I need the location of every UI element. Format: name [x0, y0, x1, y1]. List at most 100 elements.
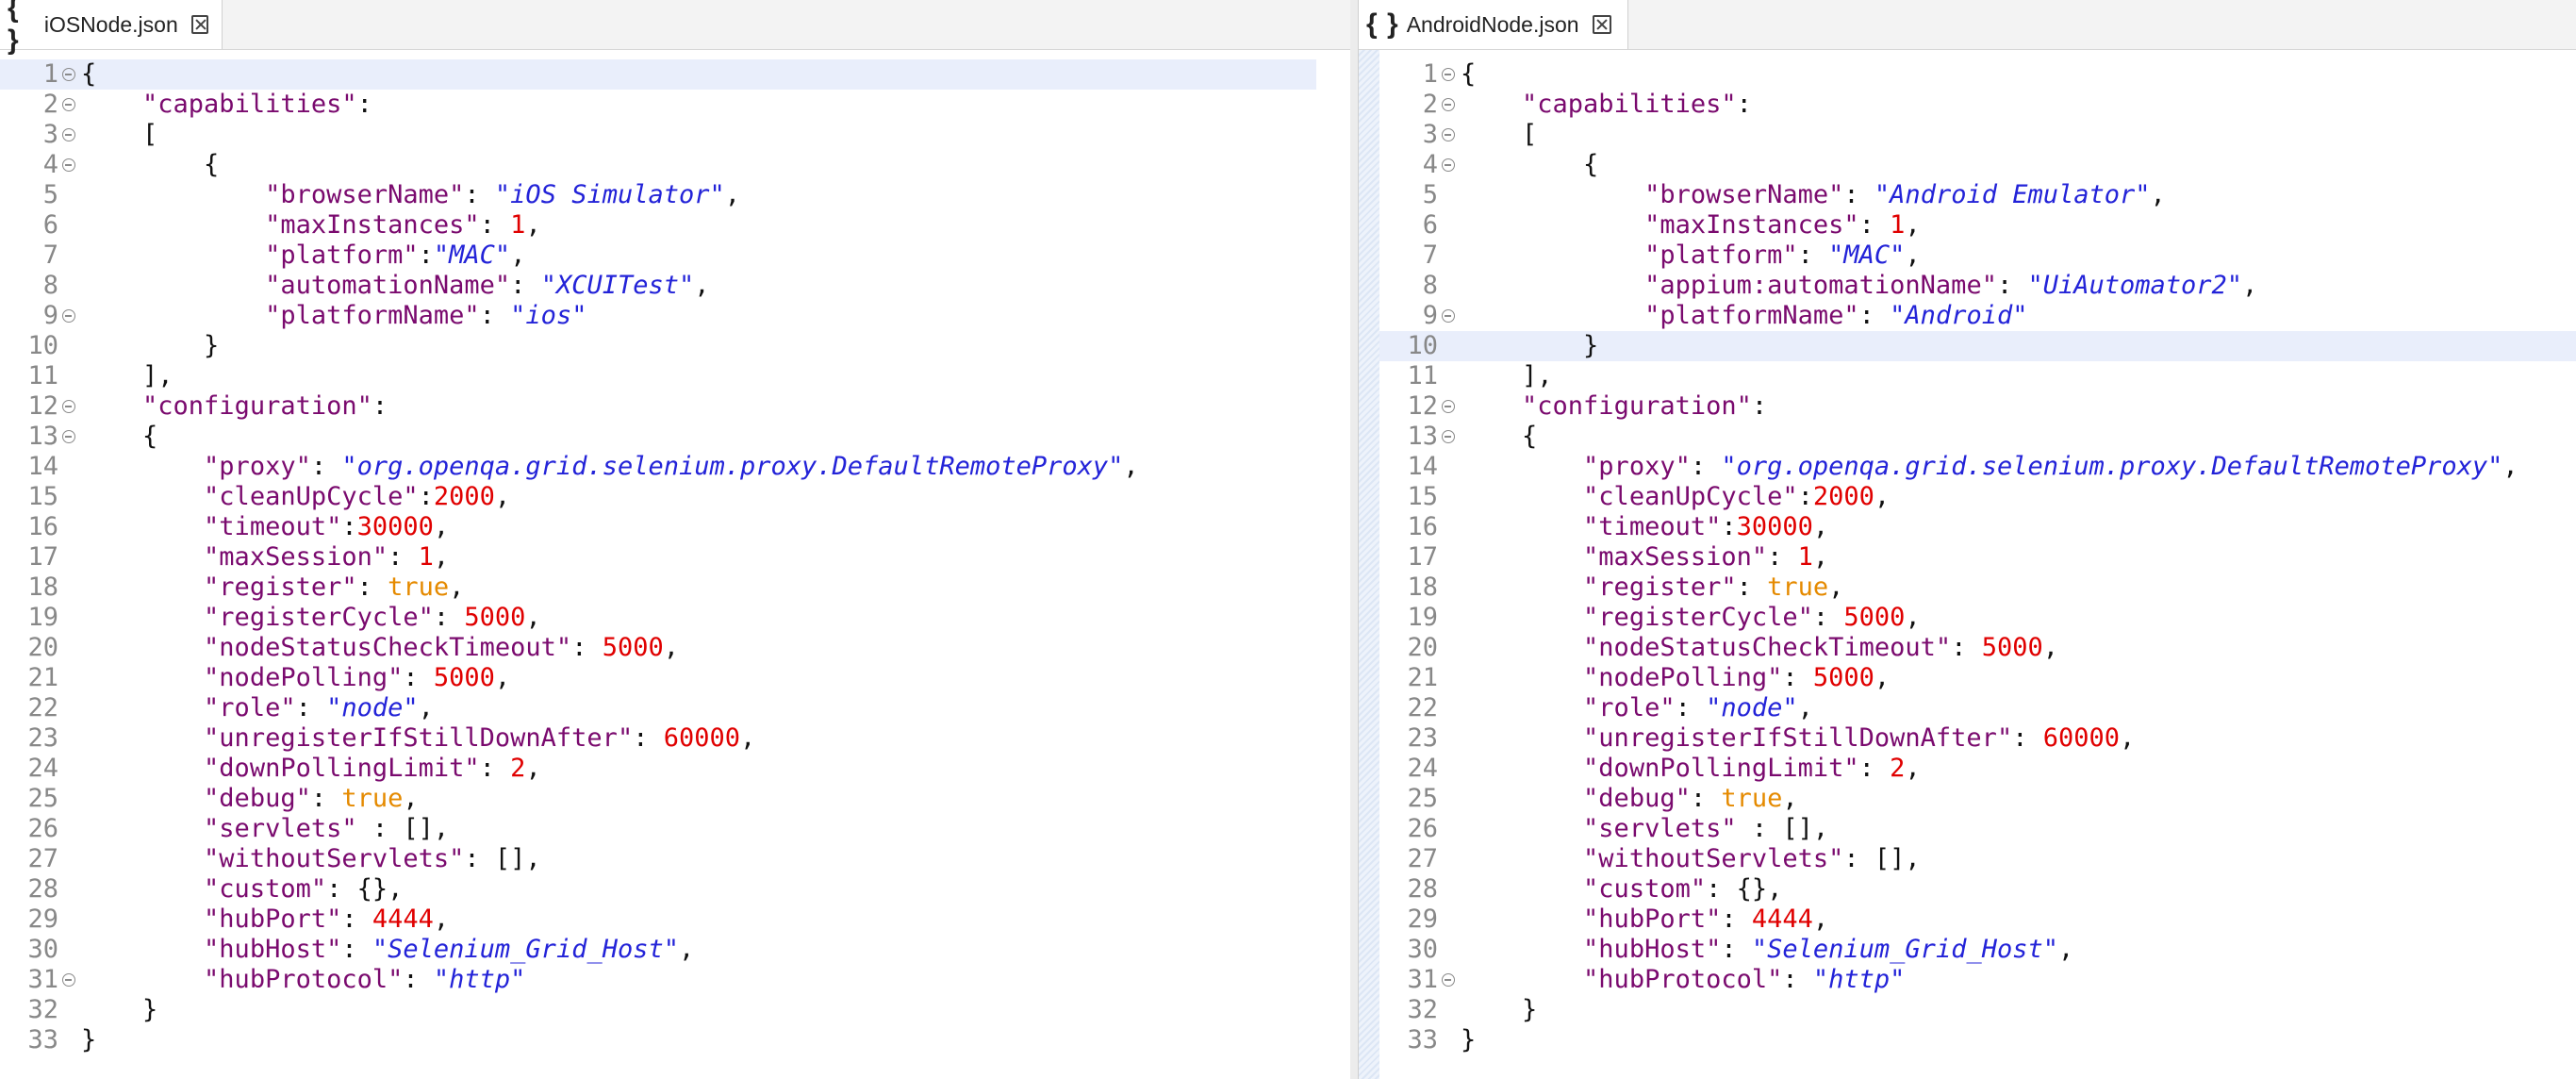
line-number: 16 [1407, 512, 1438, 541]
code-token: , [2120, 723, 2136, 753]
fold-collapse-icon[interactable] [62, 98, 75, 111]
code-token: "MAC" [433, 241, 511, 270]
code-token: : {}, [1706, 874, 1783, 904]
close-icon[interactable] [190, 15, 208, 34]
fold-collapse-icon[interactable] [62, 430, 75, 443]
close-icon[interactable] [1592, 15, 1611, 34]
code-token: , [1782, 784, 1798, 813]
tab-ios-node-json[interactable]: { } iOSNode.json [0, 0, 223, 56]
line-number: 10 [27, 331, 58, 360]
fold-collapse-icon[interactable] [62, 309, 75, 323]
code-token: 5000 [433, 663, 495, 692]
code-token: , [1874, 663, 1891, 692]
code-token: , [678, 935, 695, 964]
fold-collapse-icon[interactable] [62, 400, 75, 413]
line-number: 17 [1407, 542, 1438, 572]
code-token: true [341, 784, 404, 813]
code-token: : [341, 905, 372, 934]
code-text: "maxInstances": 1, [1461, 210, 1921, 241]
fold-collapse-icon[interactable] [62, 973, 75, 987]
code-token: : [1736, 90, 1752, 119]
code-text: "maxInstances": 1, [81, 210, 541, 241]
code-token: : [295, 693, 327, 722]
fold-gutter [1438, 59, 1461, 90]
fold-gutter [58, 150, 81, 180]
fold-collapse-icon[interactable] [1442, 973, 1455, 987]
code-token: "nodeStatusCheckTimeout" [204, 633, 572, 662]
code-text: "nodeStatusCheckTimeout": 5000, [1461, 633, 2058, 663]
code-editor-ios[interactable]: 1{2 "capabilities": 3 [4 {5 "browserName"… [0, 50, 1350, 1079]
code-line: 10 } [1379, 331, 2576, 361]
fold-collapse-icon[interactable] [1442, 68, 1455, 81]
fold-collapse-icon[interactable] [62, 128, 75, 141]
line-number: 20 [27, 633, 58, 662]
fold-gutter [58, 452, 81, 482]
fold-gutter [1438, 874, 1461, 905]
code-token: "configuration" [142, 391, 372, 421]
code-line: 15 "cleanUpCycle":2000, [1379, 482, 2576, 512]
fold-gutter [58, 1025, 81, 1055]
code-line: 17 "maxSession": 1, [0, 542, 1316, 573]
fold-gutter [58, 693, 81, 723]
code-token: , [433, 512, 450, 541]
code-token: , [1828, 573, 1844, 602]
tab-android-node-json[interactable]: { } AndroidNode.json [1359, 0, 1628, 49]
line-number: 22 [1407, 693, 1438, 722]
code-text: "proxy": "org.openqa.grid.selenium.proxy… [1461, 452, 2518, 482]
fold-collapse-icon[interactable] [62, 158, 75, 172]
code-text: "unregisterIfStillDownAfter": 60000, [81, 723, 755, 754]
code-line: 26 "servlets" : [], [1379, 814, 2576, 844]
fold-collapse-icon[interactable] [1442, 309, 1455, 323]
code-text: "capabilities": [1461, 90, 1752, 120]
code-token: , [1812, 905, 1829, 934]
fold-collapse-icon[interactable] [1442, 400, 1455, 413]
code-token: "role" [1583, 693, 1676, 722]
code-text: "maxSession": 1, [81, 542, 449, 573]
line-number: 16 [27, 512, 58, 541]
code-token: "registerCycle" [204, 603, 434, 632]
code-token: : [310, 784, 342, 813]
code-editor-android[interactable]: 1{2 "capabilities": 3 [4 {5 "browserName"… [1359, 50, 2576, 1079]
fold-gutter [58, 754, 81, 784]
code-text: "browserName": "Android Emulator", [1461, 180, 2166, 210]
code-token: : [1812, 603, 1844, 632]
line-number: 23 [1407, 723, 1438, 753]
code-line: 21 "nodePolling": 5000, [0, 663, 1316, 693]
line-number: 14 [27, 452, 58, 481]
fold-gutter [1438, 301, 1461, 331]
code-text: "configuration": [1461, 391, 1767, 422]
line-number: 3 [1422, 120, 1438, 149]
code-token: 5000 [1812, 663, 1874, 692]
code-token: "platform" [1644, 241, 1798, 270]
fold-collapse-icon[interactable] [1442, 430, 1455, 443]
fold-gutter [1438, 150, 1461, 180]
code-text: "platformName": "ios" [81, 301, 586, 331]
code-token: , [510, 241, 526, 270]
code-token: , [525, 210, 541, 240]
code-token: "nodePolling" [204, 663, 404, 692]
code-line: 15 "cleanUpCycle":2000, [0, 482, 1316, 512]
code-token: 5000 [1843, 603, 1906, 632]
code-text: "cleanUpCycle":2000, [81, 482, 510, 512]
code-token: ], [81, 361, 173, 390]
line-number: 31 [1407, 965, 1438, 994]
code-token: 2000 [1812, 482, 1874, 511]
code-token: , [1905, 603, 1921, 632]
fold-collapse-icon[interactable] [1442, 128, 1455, 141]
code-token: : [356, 90, 372, 119]
code-token: } [1461, 1025, 1477, 1054]
code-text: } [81, 1025, 96, 1055]
fold-collapse-icon[interactable] [62, 68, 75, 81]
fold-collapse-icon[interactable] [1442, 158, 1455, 172]
fold-collapse-icon[interactable] [1442, 98, 1455, 111]
split-divider[interactable] [1350, 0, 1358, 1079]
